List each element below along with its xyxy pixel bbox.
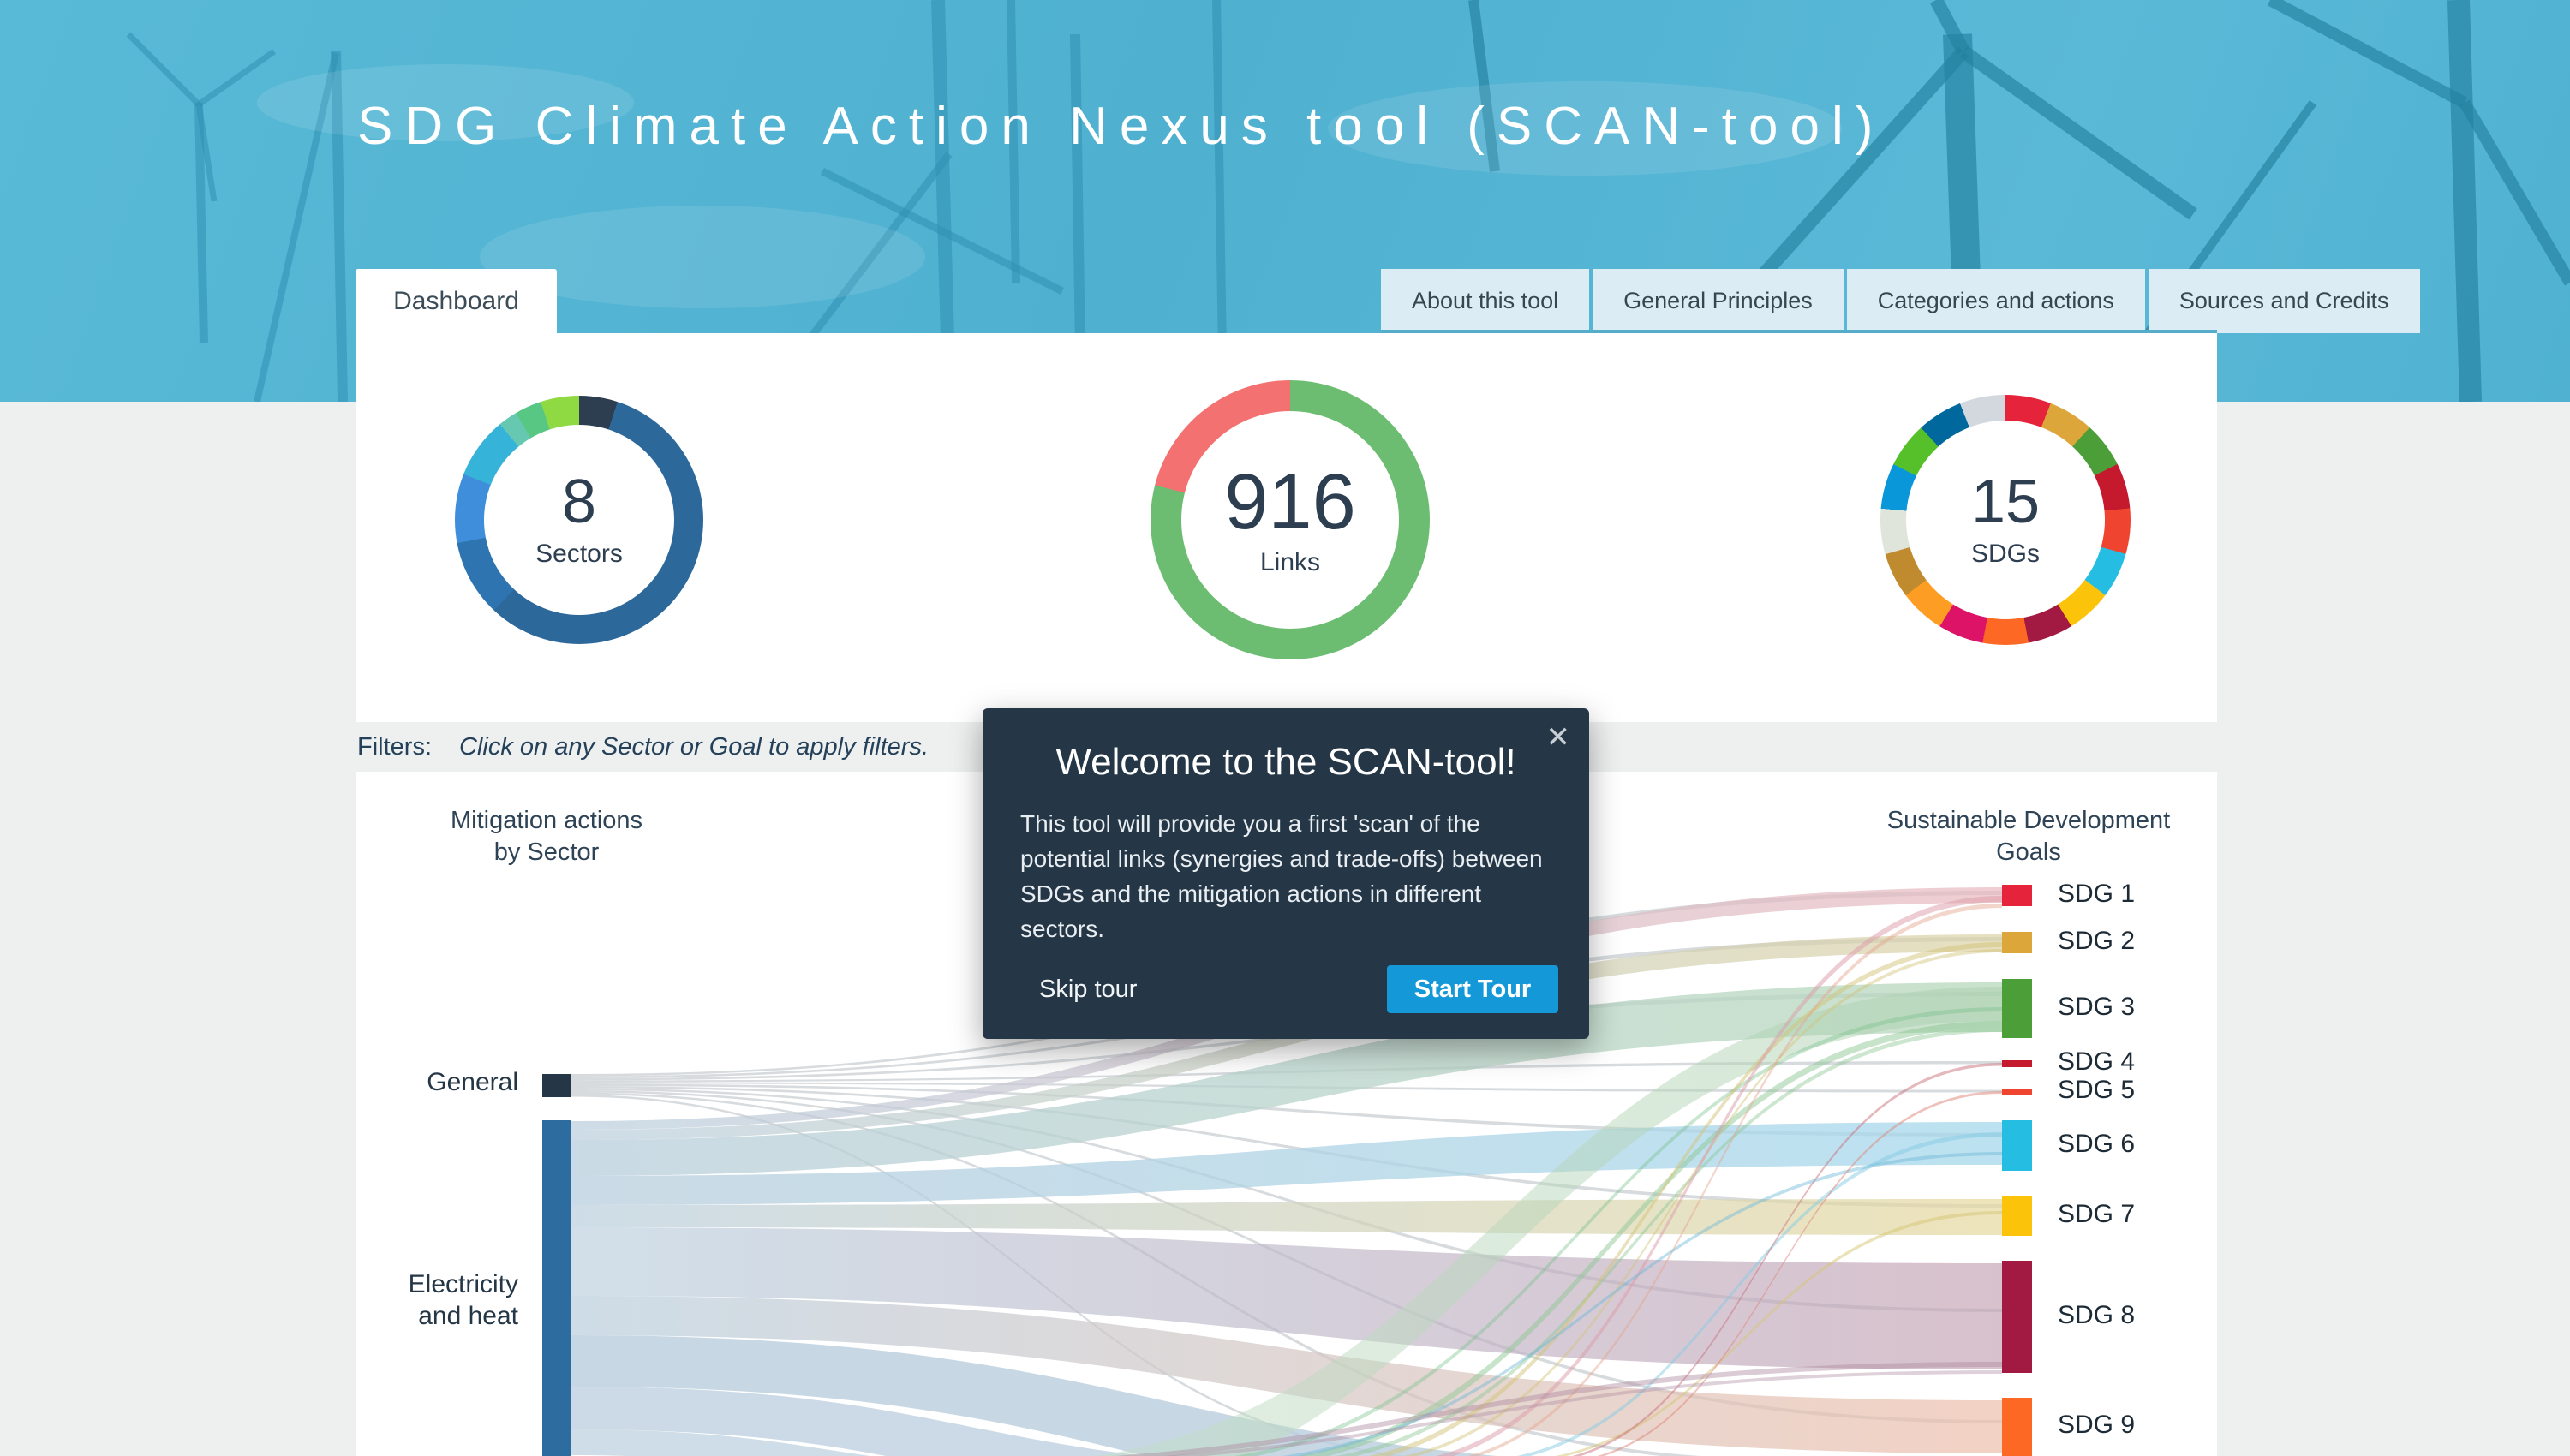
sankey-left-header: Mitigation actionsby Sector	[409, 805, 684, 868]
stats-panel: 8 Sectors 916 Links 15 SDGs	[356, 333, 2217, 722]
sdg-node-sdg-8[interactable]	[2002, 1261, 2032, 1373]
modal-footer: Skip tour Start Tour	[983, 965, 1589, 1013]
sdg-label-sdg-7[interactable]: SDG 7	[2058, 1200, 2135, 1229]
start-tour-button[interactable]: Start Tour	[1387, 965, 1558, 1013]
sdg-label-sdg-3[interactable]: SDG 3	[2058, 993, 2135, 1022]
tab-general-principles[interactable]: General Principles	[1593, 269, 1844, 333]
sdgs-donut-center: 15 SDGs	[1906, 421, 2105, 619]
sdg-node-sdg-6[interactable]	[2002, 1120, 2032, 1171]
links-donut-center: 916 Links	[1181, 411, 1399, 629]
skip-tour-link[interactable]: Skip tour	[1039, 976, 1137, 1004]
sdg-label-sdg-5[interactable]: SDG 5	[2058, 1076, 2135, 1105]
sdgs-donut-label: SDGs	[1971, 540, 2040, 569]
sdg-node-sdg-5[interactable]	[2002, 1089, 2032, 1095]
sdg-node-sdg-3[interactable]	[2002, 979, 2032, 1038]
tab-categories-and-actions[interactable]: Categories and actions	[1847, 269, 2145, 333]
sdg-label-sdg-2[interactable]: SDG 2	[2058, 927, 2135, 956]
sectors-donut-value: 8	[562, 471, 596, 533]
sankey-right-header: Sustainable DevelopmentGoals	[1840, 805, 2217, 868]
sdg-node-sdg-1[interactable]	[2002, 885, 2032, 906]
welcome-modal: ✕ Welcome to the SCAN-tool! This tool wi…	[983, 708, 1589, 1039]
tab-sources-and-credits[interactable]: Sources and Credits	[2149, 269, 2420, 333]
sdg-node-sdg-9[interactable]	[2002, 1398, 2032, 1456]
sectors-donut: 8 Sectors	[455, 396, 703, 644]
sdg-node-sdg-7[interactable]	[2002, 1196, 2032, 1236]
sector-node-general[interactable]	[542, 1074, 571, 1097]
close-icon[interactable]: ✕	[1546, 720, 1571, 755]
sector-node-electricity-and-heat[interactable]	[542, 1120, 571, 1456]
sdgs-donut: 15 SDGs	[1880, 395, 2131, 645]
sector-label-electricity-and-heat[interactable]: Electricityand heat	[330, 1268, 518, 1332]
filters-label: Filters:	[357, 733, 432, 761]
sectors-donut-center: 8 Sectors	[484, 425, 674, 615]
modal-title: Welcome to the SCAN-tool!	[983, 741, 1589, 784]
links-donut-value: 916	[1224, 462, 1356, 541]
tab-about-this-tool[interactable]: About this tool	[1381, 269, 1589, 333]
sector-label-general[interactable]: General	[330, 1066, 518, 1098]
sdgs-donut-value: 15	[1971, 471, 2040, 533]
links-donut-label: Links	[1260, 548, 1320, 577]
filters-hint: Click on any Sector or Goal to apply fil…	[459, 733, 929, 761]
links-donut: 916 Links	[1151, 380, 1430, 659]
sdg-label-sdg-4[interactable]: SDG 4	[2058, 1047, 2135, 1077]
sdg-label-sdg-8[interactable]: SDG 8	[2058, 1301, 2135, 1330]
page-title: SDG Climate Action Nexus tool (SCAN-tool…	[357, 96, 1885, 157]
tab-dashboard[interactable]: Dashboard	[356, 269, 557, 333]
modal-body-text: This tool will provide you a first 'scan…	[1020, 806, 1551, 946]
sdg-node-sdg-2[interactable]	[2002, 932, 2032, 953]
sdg-label-sdg-9[interactable]: SDG 9	[2058, 1411, 2135, 1440]
sdg-label-sdg-6[interactable]: SDG 6	[2058, 1130, 2135, 1159]
nav-tabs: About this tool General Principles Categ…	[1381, 269, 2420, 333]
sectors-donut-label: Sectors	[535, 540, 623, 569]
sdg-node-sdg-4[interactable]	[2002, 1060, 2032, 1067]
sdg-label-sdg-1[interactable]: SDG 1	[2058, 880, 2135, 909]
